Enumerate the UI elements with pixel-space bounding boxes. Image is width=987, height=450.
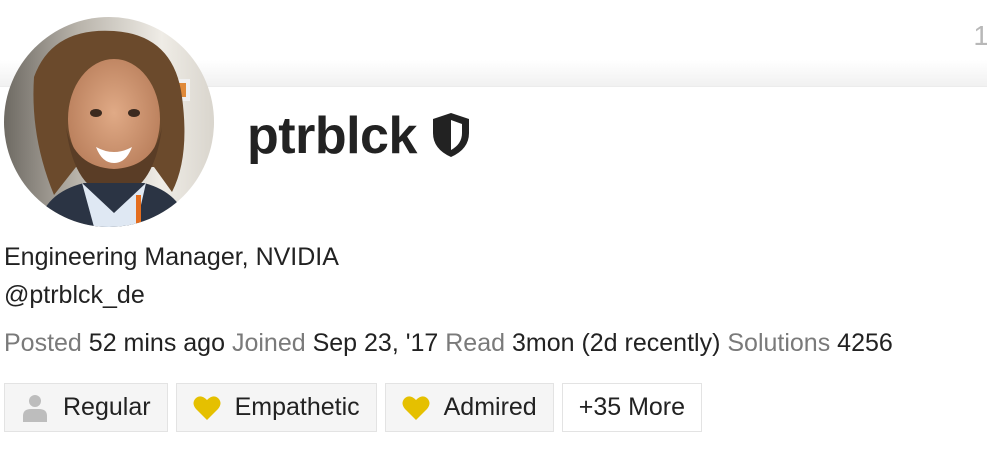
heart-icon [193,394,221,422]
username[interactable]: ptrblck [247,106,417,166]
badge-label: Empathetic [234,393,360,421]
user-icon [21,394,49,422]
joined-label: Joined [231,329,306,357]
user-stats: Posted 52 mins ago Joined Sep 23, '17 Re… [4,329,893,358]
badge-label: Admired [443,393,537,421]
solutions-value[interactable]: 4256 [837,329,893,357]
badge-empathetic[interactable]: Empathetic [175,383,377,432]
read-label: Read [445,329,506,357]
corner-counter: 1 [973,20,987,51]
heart-icon [402,394,430,422]
avatar[interactable] [4,17,214,227]
user-card: 1 ptrblck Engineering Manager, NVIDIA @p… [0,0,987,450]
solutions-label: Solutions [727,329,831,357]
badge-list: Regular Empathetic Admired +35 More [4,383,703,432]
user-handle[interactable]: @ptrblck_de [4,281,145,310]
user-title: Engineering Manager, NVIDIA [4,243,339,271]
badge-label: Regular [63,393,151,421]
more-badges-button[interactable]: +35 More [561,383,703,432]
shield-icon [429,111,473,164]
badge-regular[interactable]: Regular [4,383,168,432]
read-value: 3mon (2d recently) [511,329,721,357]
posted-value[interactable]: 52 mins ago [89,329,225,357]
username-row: ptrblck [247,106,473,166]
joined-value: Sep 23, '17 [312,329,439,357]
badge-admired[interactable]: Admired [384,383,554,432]
posted-label: Posted [4,329,82,357]
